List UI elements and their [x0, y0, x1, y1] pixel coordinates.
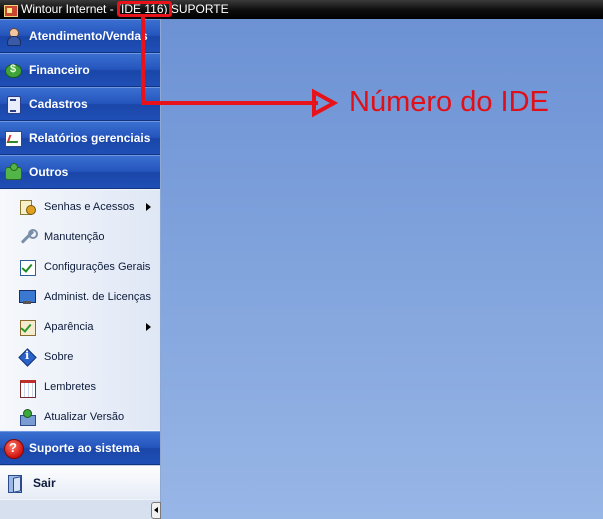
annotation-label: Número do IDE [349, 86, 549, 118]
annotation-arrow [141, 17, 339, 118]
